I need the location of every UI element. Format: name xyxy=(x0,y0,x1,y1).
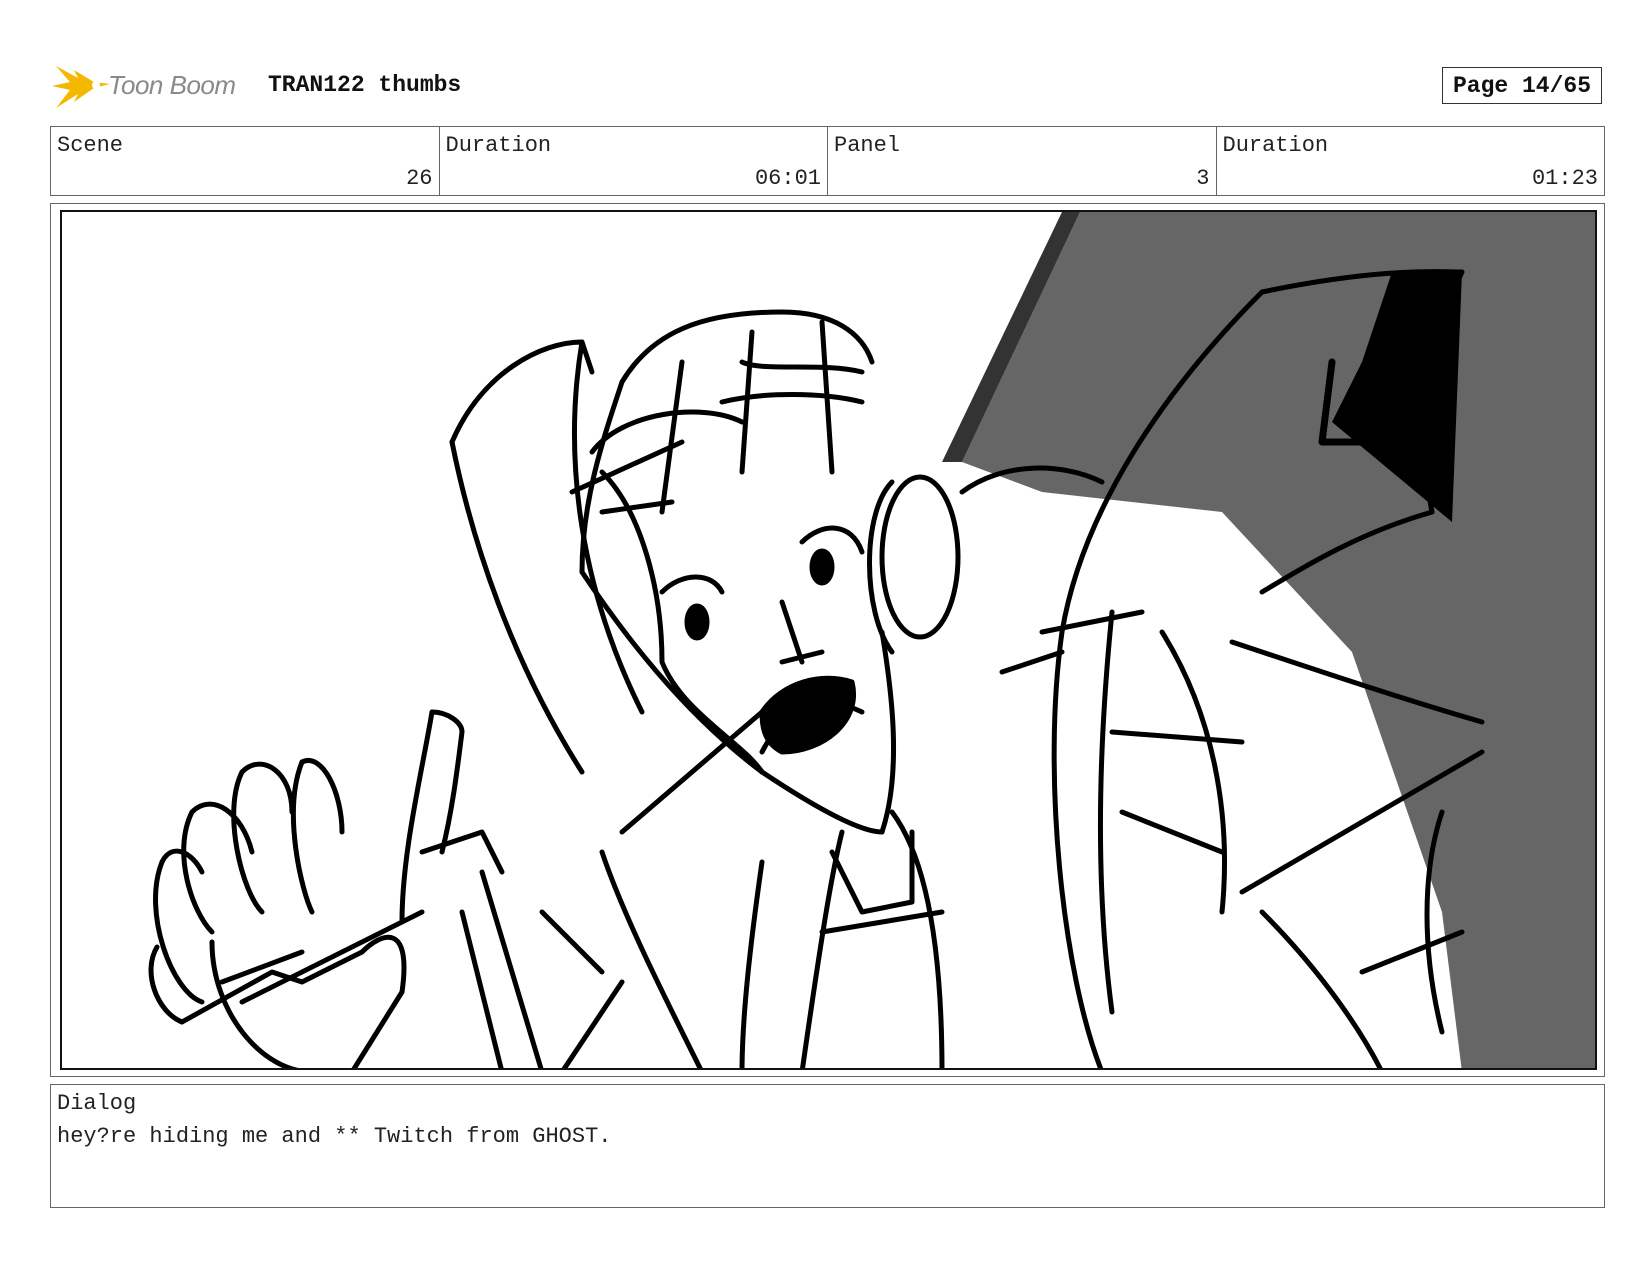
scene-label: Scene xyxy=(57,133,124,158)
scene-duration-cell: Duration 06:01 xyxy=(440,127,828,195)
logo-text: Toon Boom xyxy=(108,70,236,100)
raised-hand-sketch xyxy=(148,709,505,1068)
scene-info-row: Scene 26 Duration 06:01 Panel 3 Duration… xyxy=(50,126,1605,196)
scene-value: 26 xyxy=(406,166,433,191)
panel-duration-cell: Duration 01:23 xyxy=(1217,127,1605,195)
scene-duration-label: Duration xyxy=(445,133,552,158)
toon-boom-logo: Toon Boom xyxy=(52,58,252,114)
scene-cell: Scene 26 xyxy=(51,127,440,195)
robot-head-sketch xyxy=(449,309,961,835)
starburst-icon xyxy=(52,66,110,108)
panel-duration-value: 01:23 xyxy=(1531,166,1598,191)
robot-body-sketch xyxy=(459,709,945,1068)
storyboard-panel-drawing xyxy=(60,210,1597,1070)
dialog-box: Dialog hey?re hiding me and ** Twitch fr… xyxy=(50,1084,1605,1208)
document-title: TRAN122 thumbs xyxy=(268,72,462,98)
dialog-text: hey?re hiding me and ** Twitch from GHOS… xyxy=(57,1124,612,1149)
page-indicator: Page 14/65 xyxy=(1442,67,1602,104)
sketch-illustration xyxy=(148,212,1595,1068)
panel-label: Panel xyxy=(834,133,901,158)
panel-cell: Panel 3 xyxy=(828,127,1217,195)
scene-duration-value: 06:01 xyxy=(754,166,821,191)
panel-value: 3 xyxy=(1196,166,1210,191)
panel-duration-label: Duration xyxy=(1222,133,1329,158)
dialog-label: Dialog xyxy=(57,1091,137,1116)
background-shadow-shape xyxy=(962,212,1595,1068)
